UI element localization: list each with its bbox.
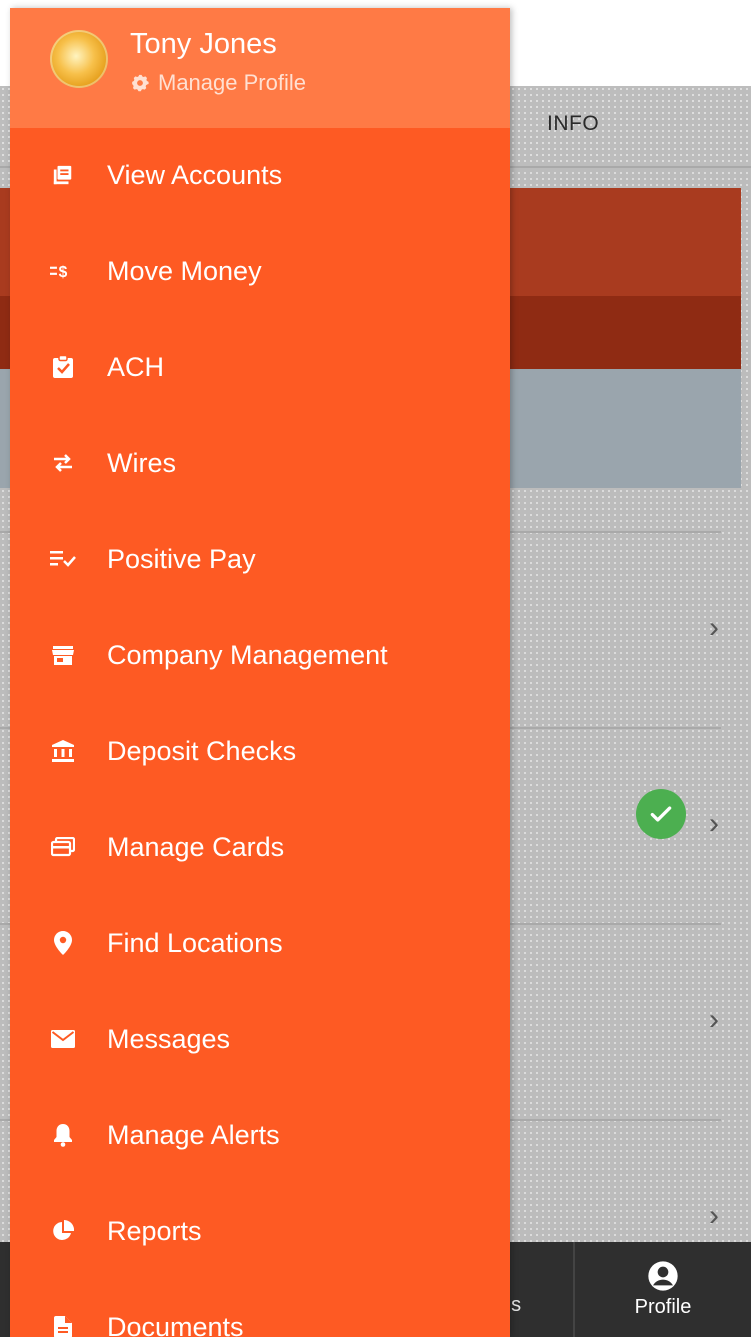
drawer-menu: View Accounts $ Move Money ACH Wires Pos… — [10, 128, 510, 1337]
menu-item-move-money[interactable]: $ Move Money — [10, 224, 510, 320]
menu-item-label: Deposit Checks — [107, 736, 297, 766]
move-money-icon: $ — [50, 258, 76, 284]
manage-profile-label: Manage Profile — [158, 70, 306, 95]
clipboard-check-icon — [50, 354, 76, 380]
menu-item-reports[interactable]: Reports — [10, 1184, 510, 1280]
bottom-nav-profile[interactable]: Profile — [575, 1242, 751, 1337]
menu-item-wires[interactable]: Wires — [10, 416, 510, 512]
menu-item-find-locations[interactable]: Find Locations — [10, 896, 510, 992]
store-icon — [50, 642, 76, 668]
list-check-icon — [50, 546, 76, 572]
chevron-right-icon: › — [709, 611, 719, 644]
chevron-right-icon: › — [709, 807, 719, 840]
check-circle-icon — [636, 789, 686, 839]
bank-icon — [50, 738, 76, 764]
menu-item-label: Documents — [107, 1312, 244, 1337]
cards-icon — [50, 834, 76, 860]
menu-item-deposit-checks[interactable]: Deposit Checks — [10, 704, 510, 800]
envelope-icon — [50, 1026, 76, 1052]
menu-item-label: ACH — [107, 352, 165, 382]
menu-item-manage-cards[interactable]: Manage Cards — [10, 800, 510, 896]
svg-text:$: $ — [59, 264, 68, 281]
bottom-nav-profile-label: Profile — [634, 1296, 692, 1318]
menu-item-view-accounts[interactable]: View Accounts — [10, 128, 510, 224]
menu-item-ach[interactable]: ACH — [10, 320, 510, 416]
menu-item-messages[interactable]: Messages — [10, 992, 510, 1088]
swap-arrows-icon — [50, 450, 76, 476]
menu-item-manage-alerts[interactable]: Manage Alerts — [10, 1088, 510, 1184]
tab-info[interactable]: INFO — [547, 112, 599, 136]
menu-item-label: Manage Alerts — [107, 1120, 280, 1150]
view-accounts-icon — [50, 162, 76, 188]
gear-icon — [132, 74, 149, 92]
menu-item-label: Company Management — [107, 640, 388, 670]
chevron-right-icon: › — [709, 1199, 719, 1232]
menu-item-label: Move Money — [107, 256, 262, 286]
location-pin-icon — [50, 930, 76, 956]
drawer-header: Tony Jones Manage Profile — [10, 8, 510, 128]
menu-item-label: Manage Cards — [107, 832, 285, 862]
menu-item-label: Reports — [107, 1216, 202, 1246]
menu-item-documents[interactable]: Documents — [10, 1280, 510, 1337]
menu-item-company-management[interactable]: Company Management — [10, 608, 510, 704]
menu-item-label: Wires — [107, 448, 176, 478]
avatar[interactable] — [50, 30, 108, 88]
navigation-drawer: Tony Jones Manage Profile View Accounts … — [10, 8, 510, 1337]
user-circle-icon — [648, 1261, 678, 1291]
pie-chart-icon — [50, 1218, 76, 1244]
user-name: Tony Jones — [130, 28, 277, 60]
document-icon — [50, 1314, 76, 1337]
menu-item-label: View Accounts — [107, 160, 283, 190]
menu-item-label: Messages — [107, 1024, 231, 1054]
manage-profile-link[interactable]: Manage Profile — [130, 70, 306, 96]
menu-item-label: Find Locations — [107, 928, 283, 958]
menu-item-label: Positive Pay — [107, 544, 256, 574]
menu-item-positive-pay[interactable]: Positive Pay — [10, 512, 510, 608]
bell-icon — [50, 1122, 76, 1148]
chevron-right-icon: › — [709, 1003, 719, 1036]
